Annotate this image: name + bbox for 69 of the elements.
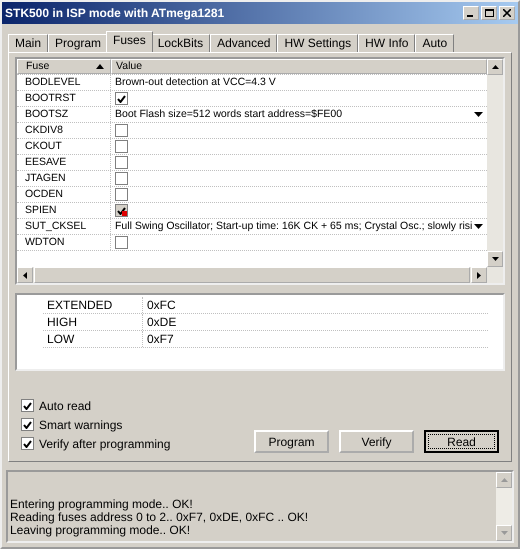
fuse-name: JTAGEN: [25, 170, 66, 186]
dropdown-arrow-icon[interactable]: [474, 112, 483, 117]
log-line: Reading fuses address 0 to 2.. 0xF7, 0xDE, 0xFC .. OK!: [10, 511, 310, 524]
scroll-right-icon[interactable]: [477, 272, 481, 278]
register-value: 0xFC: [146, 297, 176, 314]
check-icon: [23, 420, 32, 428]
dropdown-arrow-icon[interactable]: [474, 224, 483, 229]
checkbox[interactable]: [21, 418, 34, 431]
log-line: Entering programming mode.. OK!: [10, 498, 194, 511]
fuse-name: BODLEVEL: [25, 74, 80, 90]
checkbox[interactable]: [115, 204, 128, 217]
sort-ascending-icon: [96, 64, 104, 69]
register-name: EXTENDED: [47, 297, 112, 314]
tab[interactable]: Advanced: [210, 34, 278, 52]
tab[interactable]: Fuses: [106, 31, 153, 52]
checkbox-label: Auto read: [39, 398, 92, 414]
check-icon: [117, 94, 126, 102]
maximize-button[interactable]: [481, 6, 497, 20]
action-button[interactable]: Read: [424, 430, 499, 453]
fuse-name: CKOUT: [25, 138, 62, 154]
scroll-left-icon[interactable]: [23, 272, 27, 278]
checkbox[interactable]: [115, 92, 128, 105]
fuse-name: OCDEN: [25, 186, 63, 202]
checkbox[interactable]: [115, 236, 128, 249]
scroll-down-icon[interactable]: [492, 257, 498, 261]
window-title: STK500 in ISP mode with ATmega1281: [5, 5, 226, 22]
maximize-icon: [484, 9, 494, 17]
fuse-value-dropdown[interactable]: Full Swing Oscillator; Start-up time: 16K CK + 65 ms; Crystal Osc.; slowly risi: [115, 218, 472, 234]
fuse-name: CKDIV8: [25, 122, 63, 138]
scroll-up-icon[interactable]: [492, 65, 498, 69]
register-value: 0xDE: [146, 314, 176, 331]
action-button[interactable]: Verify: [339, 430, 414, 453]
fuse-value: Brown-out detection at VCC=4.3 V: [115, 74, 276, 90]
register-value: 0xF7: [146, 331, 174, 348]
checkbox-label: Verify after programming: [39, 436, 170, 452]
check-icon: [23, 402, 32, 410]
log-line: Leaving programming mode.. OK!: [10, 524, 192, 537]
checkbox[interactable]: [21, 399, 34, 412]
fuse-value-dropdown[interactable]: Boot Flash size=512 words start address=$FE00: [115, 106, 342, 122]
tab[interactable]: Auto: [415, 34, 454, 52]
fuse-name: BOOTRST: [25, 90, 76, 106]
register-name: LOW: [47, 331, 74, 348]
tab[interactable]: HW Info: [358, 34, 416, 52]
tab[interactable]: HW Settings: [277, 34, 358, 52]
column-header[interactable]: Value: [116, 59, 142, 74]
fuse-name: BOOTSZ: [25, 106, 68, 122]
check-icon: [117, 206, 126, 214]
checkbox[interactable]: [115, 172, 128, 185]
tab[interactable]: Program: [48, 34, 108, 52]
fuse-name: WDTON: [25, 234, 64, 250]
action-button[interactable]: Program: [254, 430, 329, 453]
minimize-button[interactable]: [463, 6, 479, 20]
checkbox[interactable]: [115, 156, 128, 169]
check-icon: [23, 440, 32, 448]
fuse-name: SPIEN: [25, 202, 57, 218]
checkbox[interactable]: [115, 188, 128, 201]
close-icon: [503, 9, 511, 17]
checkbox-label: Smart warnings: [39, 416, 122, 434]
checkbox[interactable]: [21, 437, 34, 450]
tab[interactable]: Main: [8, 34, 48, 52]
horizontal-scrollbar[interactable]: [17, 267, 503, 283]
checkbox[interactable]: [115, 124, 128, 137]
register-name: HIGH: [47, 314, 77, 331]
fuse-name: EESAVE: [25, 154, 66, 170]
close-button[interactable]: [499, 6, 515, 20]
tab[interactable]: LockBits: [150, 34, 210, 52]
vertical-scrollbar[interactable]: [487, 59, 503, 267]
fuse-name: SUT_CKSEL: [25, 218, 86, 234]
checkbox[interactable]: [115, 140, 128, 153]
